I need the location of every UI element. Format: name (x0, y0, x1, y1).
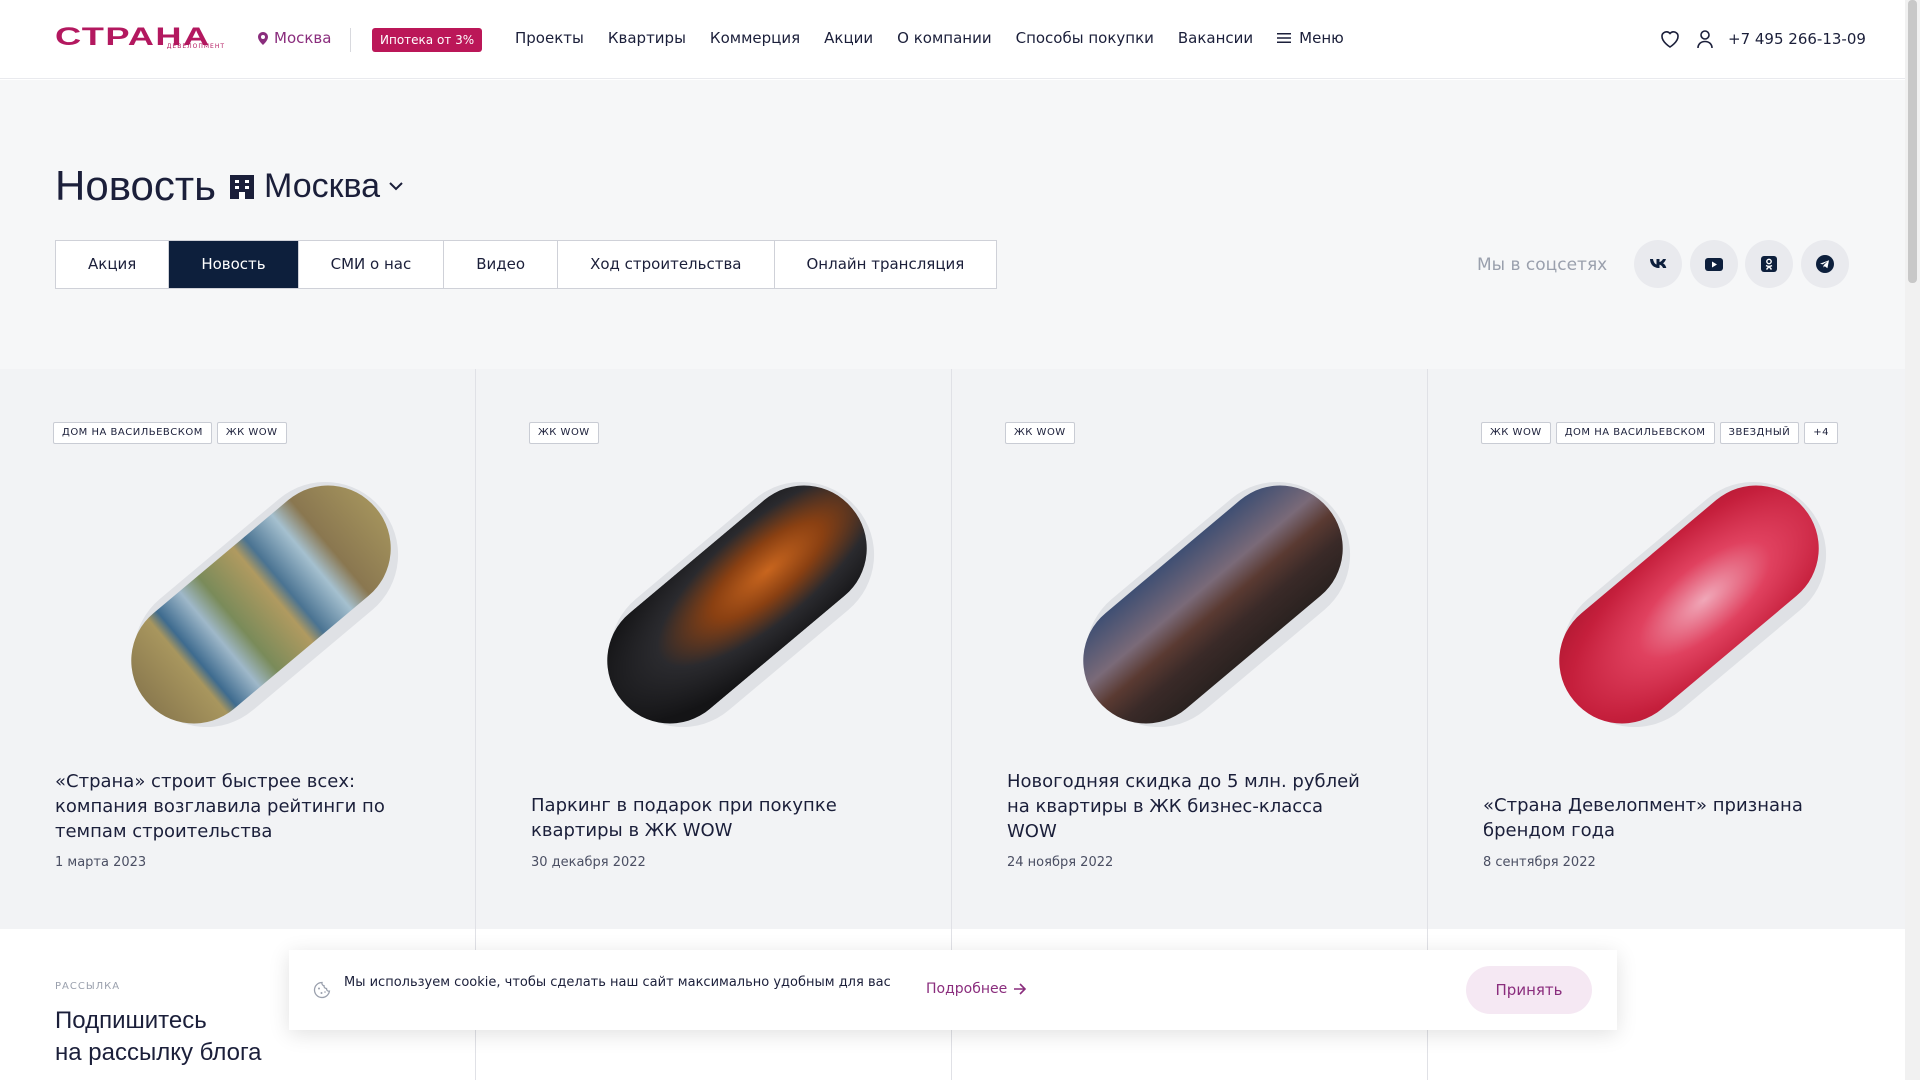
card-date: 1 марта 2023 (55, 855, 147, 870)
main-nav: Проекты Квартиры Коммерция Акции О компа… (515, 29, 1344, 47)
tag[interactable]: ДОМ НА ВАСИЛЬЕВСКОМ (1555, 422, 1715, 444)
card-tags: ЖК WOW ДОМ НА ВАСИЛЬЕВСКОМ ЗВЕЗДНЫЙ +4 (1481, 422, 1861, 444)
tag[interactable]: ЖК WOW (216, 422, 287, 444)
cookie-accept-button[interactable]: Принять (1466, 966, 1592, 1014)
phone-number[interactable]: +7 495 266-13-09 (1728, 30, 1866, 48)
header-divider (350, 28, 351, 52)
nav-item-vacancies[interactable]: Вакансии (1178, 29, 1253, 47)
category-tabs: Акция Новость СМИ о нас Видео Ход строит… (55, 240, 998, 289)
odnoklassniki-button[interactable] (1745, 240, 1793, 288)
nav-item-projects[interactable]: Проекты (515, 29, 584, 47)
favorites-heart-icon[interactable] (1660, 30, 1680, 48)
cookie-more-link[interactable]: Подробнее (926, 981, 1027, 997)
card-image (1514, 452, 1856, 757)
page-title-row: Новость Москва (55, 162, 404, 210)
arrow-right-icon (1014, 983, 1027, 995)
subscribe-title-line2: на рассылку блога (55, 1039, 262, 1066)
card-title[interactable]: «Страна» строит быстрее всех: компания в… (55, 769, 415, 844)
nav-item-purchase-methods[interactable]: Способы покупки (1016, 29, 1154, 47)
user-account-icon[interactable] (1697, 30, 1713, 49)
nav-item-promotions[interactable]: Акции (824, 29, 873, 47)
card-title[interactable]: «Страна Девелопмент» признана брендом го… (1483, 793, 1843, 843)
building-icon (230, 175, 255, 199)
telegram-icon (1816, 255, 1834, 273)
nav-item-commercial[interactable]: Коммерция (710, 29, 800, 47)
card-tags: ЖК WOW (1005, 422, 1385, 444)
card-title[interactable]: Паркинг в подарок при покупке квартиры в… (531, 793, 891, 843)
company-logo[interactable]: СТРАНА ДЕВЕЛОПМЕНТ (55, 25, 225, 51)
card-date: 8 сентября 2022 (1483, 855, 1596, 870)
nav-menu-button[interactable]: Меню (1277, 29, 1344, 47)
youtube-button[interactable] (1690, 240, 1738, 288)
news-card[interactable]: ЖК WOW Паркинг в подарок при покупке ква… (476, 369, 952, 929)
cookie-more-label: Подробнее (926, 981, 1008, 997)
vk-button[interactable] (1634, 240, 1682, 288)
cookie-text: Мы используем cookie, чтобы сделать наш … (344, 975, 891, 990)
tab-promo[interactable]: Акция (56, 241, 170, 288)
top-header: СТРАНА ДЕВЕЛОПМЕНТ Москва Ипотека от 3% … (0, 0, 1905, 79)
location-pin-icon (258, 31, 268, 45)
card-tags: ДОМ НА ВАСИЛЬЕВСКОМ ЖК WOW (53, 422, 433, 444)
card-image (86, 452, 428, 757)
card-date: 30 декабря 2022 (531, 855, 646, 870)
card-title[interactable]: Новогодняя скидка до 5 млн. рублей на кв… (1007, 769, 1367, 844)
card-image (1038, 452, 1380, 757)
tab-video[interactable]: Видео (444, 241, 559, 288)
news-grid: ДОМ НА ВАСИЛЬЕВСКОМ ЖК WOW «Страна» стро… (0, 369, 1905, 929)
card-image (562, 452, 904, 757)
tag[interactable]: ЖК WOW (1481, 422, 1551, 444)
nav-item-apartments[interactable]: Квартиры (608, 29, 686, 47)
social-label: Мы в соцсетях (1477, 255, 1608, 275)
card-tags: ЖК WOW (529, 422, 909, 444)
tag[interactable]: ЖК WOW (1005, 422, 1075, 444)
subscribe-title-line1: Подпишитесь (55, 1007, 207, 1034)
news-card[interactable]: ДОМ НА ВАСИЛЬЕВСКОМ ЖК WOW «Страна» стро… (0, 369, 476, 929)
tag[interactable]: ЖК WOW (529, 422, 599, 444)
tag[interactable]: ДОМ НА ВАСИЛЬЕВСКОМ (53, 422, 212, 444)
news-card[interactable]: ЖК WOW Новогодняя скидка до 5 млн. рубле… (952, 369, 1428, 929)
vk-icon (1650, 259, 1667, 268)
tag[interactable]: ЗВЕЗДНЫЙ (1719, 422, 1800, 444)
nav-item-about[interactable]: О компании (897, 29, 991, 47)
subscribe-label: РАССЫЛКА (55, 981, 121, 992)
cookie-icon (313, 981, 331, 999)
chevron-down-icon (389, 182, 403, 191)
odnoklassniki-icon (1761, 256, 1777, 272)
page-title: Новость (55, 162, 217, 209)
mortgage-promo-badge[interactable]: Ипотека от 3% (372, 28, 483, 52)
more-tags-badge[interactable]: +4 (1804, 422, 1838, 444)
youtube-icon (1705, 257, 1723, 271)
city-selector[interactable]: Москва (258, 29, 331, 47)
tab-media[interactable]: СМИ о нас (299, 241, 445, 288)
hamburger-icon (1277, 33, 1292, 43)
news-card[interactable]: ЖК WOW ДОМ НА ВАСИЛЬЕВСКОМ ЗВЕЗДНЫЙ +4 «… (1428, 369, 1905, 929)
tab-news[interactable]: Новость (169, 241, 299, 288)
scrollbar-thumb[interactable] (1908, 0, 1917, 283)
tab-construction-progress[interactable]: Ход строительства (558, 241, 775, 288)
page-hero (0, 80, 1905, 369)
telegram-button[interactable] (1801, 240, 1849, 288)
city-dropdown[interactable]: Москва (228, 167, 404, 206)
tab-live-stream[interactable]: Онлайн трансляция (775, 241, 997, 288)
city-label: Москва (274, 29, 332, 47)
cookie-banner: Мы используем cookie, чтобы сделать наш … (289, 950, 1617, 1030)
subscribe-title: Подпишитесь на рассылку блога (55, 1005, 262, 1069)
logo-subtitle: ДЕВЕЛОПМЕНТ (166, 43, 225, 50)
card-date: 24 ноября 2022 (1007, 855, 1114, 870)
city-dropdown-value: Москва (264, 166, 381, 205)
menu-label: Меню (1299, 29, 1344, 47)
